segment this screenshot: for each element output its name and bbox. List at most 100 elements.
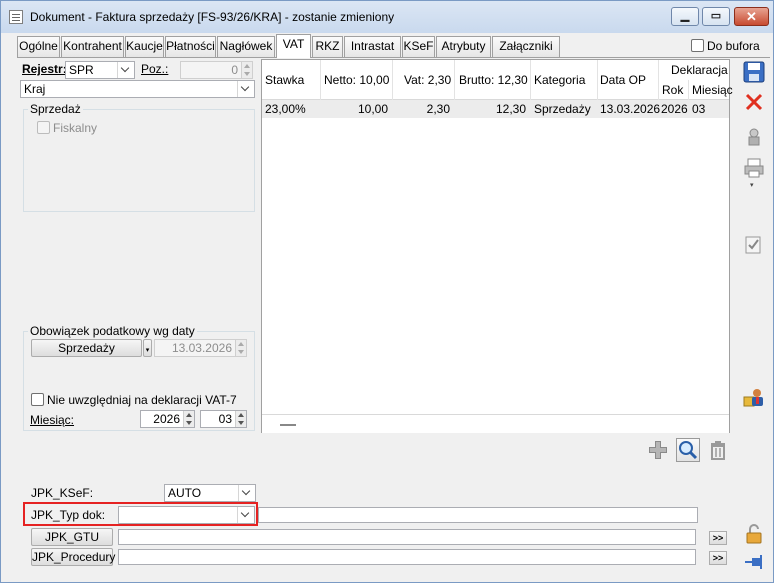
approve-button[interactable] (742, 233, 766, 257)
close-icon: ✕ (746, 9, 757, 24)
maximize-icon: ▭ (710, 10, 722, 22)
col-rok[interactable]: Rok (662, 83, 683, 97)
col-deklaracja: Deklaracja (671, 63, 728, 77)
add-button[interactable] (647, 439, 669, 461)
highlight-frame (23, 502, 258, 526)
plus-icon (649, 441, 667, 459)
tab-strip-line (17, 57, 770, 58)
cell-miesiac: 03 (692, 102, 706, 116)
nie-uwzgledniaj-checkbox[interactable] (31, 393, 44, 406)
cell-kategoria: Sprzedaży (534, 102, 591, 116)
nie-uwzgledniaj-label: Nie uwzględniaj na deklaracji VAT-7 (47, 393, 237, 407)
magnifier-icon (679, 441, 698, 460)
table-footer (262, 414, 729, 433)
jpk-procedury-more-button[interactable]: >> (709, 551, 727, 565)
jpk-ksef-label: JPK_KSeF: (31, 486, 94, 500)
chevron-down-icon: ▾ (145, 347, 150, 354)
chevron-down-icon (117, 62, 134, 78)
jpk-gtu-field[interactable] (118, 529, 696, 545)
padlock-icon (746, 524, 762, 544)
tab-kaucje[interactable]: Kaucje (125, 36, 164, 57)
vat-table[interactable]: Stawka Netto: 10,00 Vat: 2,30 Brutto: 12… (261, 59, 733, 433)
stamp-icon (748, 128, 760, 146)
person-icon (743, 389, 763, 407)
kraj-value: Kraj (24, 82, 46, 96)
obowiazek-date-field[interactable]: 13.03.2026 (154, 339, 247, 357)
obowiazek-date-value: 13.03.2026 (171, 341, 232, 355)
jpk-procedury-field[interactable] (118, 549, 696, 565)
chevron-down-icon (237, 81, 254, 97)
title-bar: Dokument - Faktura sprzedaży [FS-93/26/K… (1, 1, 773, 33)
jpk-ksef-select[interactable]: AUTO (164, 484, 256, 502)
chevron-down-icon (238, 485, 255, 501)
tab-zalaczniki[interactable]: Załączniki (492, 36, 560, 57)
obowiazek-sprzedazy-button[interactable]: Sprzedaży (31, 339, 142, 357)
tab-ogolne[interactable]: Ogólne (17, 36, 60, 57)
tab-kontrahent[interactable]: Kontrahent (61, 36, 124, 57)
miesiac-month-value: 03 (218, 412, 232, 426)
sprzedaz-group-title: Sprzedaż (28, 102, 83, 116)
close-window-button[interactable]: ✕ (734, 7, 769, 26)
poz-stepper[interactable]: 0 (180, 61, 253, 79)
jpk-gtu-button[interactable]: JPK_GTU (31, 528, 113, 546)
minimize-button[interactable]: ▁ (671, 7, 699, 26)
col-brutto[interactable]: Brutto: 12,30 (459, 73, 528, 87)
spinner-icon (241, 62, 252, 78)
tab-ksef[interactable]: KSeF (402, 36, 435, 57)
obowiazek-group-title: Obowiązek podatkowy wg daty (28, 324, 197, 338)
tab-intrastat[interactable]: Intrastat (344, 36, 401, 57)
print-button[interactable] (742, 156, 766, 180)
miesiac-year-stepper[interactable]: 2026 (140, 410, 195, 428)
trash-icon (711, 441, 725, 460)
jpk-typ-dok-description-field[interactable] (258, 507, 698, 523)
cell-rok: 2026 (661, 102, 688, 116)
cancel-button[interactable] (742, 90, 766, 114)
contractor-button[interactable] (742, 385, 766, 409)
window-title: Dokument - Faktura sprzedaży [FS-93/26/K… (30, 10, 395, 24)
col-data-op[interactable]: Data OP (600, 73, 646, 87)
miesiac-label: Miesiąc: (30, 413, 75, 427)
chevron-down-icon[interactable]: ▾ (750, 181, 754, 189)
poz-value: 0 (231, 63, 238, 77)
spinner-icon (183, 411, 194, 427)
miesiac-month-stepper[interactable]: 03 (200, 410, 247, 428)
checklist-icon (745, 236, 761, 254)
tab-vat[interactable]: VAT (276, 34, 311, 58)
obowiazek-dropdown-button[interactable]: ▾ (143, 339, 152, 357)
do-bufora-checkbox[interactable] (691, 39, 704, 52)
save-icon (743, 61, 765, 83)
rejestr-label: Rejestr: (22, 62, 67, 76)
tab-platnosci[interactable]: Płatności (165, 36, 216, 57)
col-kategoria[interactable]: Kategoria (534, 73, 585, 87)
tab-naglowek[interactable]: Nagłówek (217, 36, 275, 57)
cell-stawka: 23,00% (265, 102, 306, 116)
delete-button[interactable] (707, 439, 729, 461)
jpk-gtu-more-button[interactable]: >> (709, 531, 727, 545)
lock-button[interactable] (742, 522, 766, 546)
rejestr-select[interactable]: SPR (65, 61, 135, 79)
print-icon (744, 158, 764, 178)
tab-rkz[interactable]: RKZ (312, 36, 343, 57)
document-app-icon (9, 10, 23, 24)
col-netto[interactable]: Netto: 10,00 (324, 73, 389, 87)
col-stawka[interactable]: Stawka (265, 73, 304, 87)
rejestr-value: SPR (69, 63, 94, 77)
close-icon (745, 93, 763, 111)
col-miesiac[interactable]: Miesiąc (692, 83, 733, 97)
poz-label: Poz.: (141, 62, 169, 76)
jpk-procedury-button[interactable]: JPK_Procedury (31, 548, 115, 566)
document-action-button[interactable] (742, 125, 766, 149)
search-button[interactable] (676, 438, 700, 462)
kraj-select[interactable]: Kraj (20, 80, 255, 98)
col-vat[interactable]: Vat: 2,30 (404, 73, 451, 87)
cell-brutto: 12,30 (495, 102, 526, 116)
tab-atrybuty[interactable]: Atrybuty (436, 36, 491, 57)
save-button[interactable] (742, 60, 766, 84)
fiskalny-label: Fiskalny (53, 121, 98, 135)
spinner-icon (235, 340, 246, 356)
maximize-button[interactable]: ▭ (702, 7, 730, 26)
fiskalny-checkbox[interactable] (37, 121, 50, 134)
cell-vat: 2,30 (426, 102, 450, 116)
pin-button[interactable] (742, 550, 766, 574)
jpk-ksef-value: AUTO (168, 486, 202, 500)
